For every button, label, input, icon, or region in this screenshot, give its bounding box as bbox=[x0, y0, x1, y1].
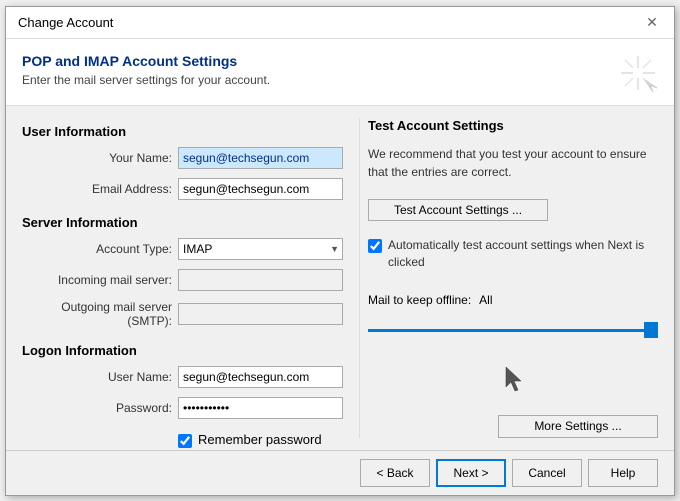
mail-offline-slider-container bbox=[368, 321, 658, 337]
outgoing-row: Outgoing mail server (SMTP): bbox=[22, 300, 343, 328]
account-type-wrapper: IMAP POP3 bbox=[178, 238, 343, 260]
next-button[interactable]: Next > bbox=[436, 459, 506, 487]
slider-fill bbox=[368, 329, 658, 332]
header-title: POP and IMAP Account Settings bbox=[22, 53, 270, 69]
account-type-row: Account Type: IMAP POP3 bbox=[22, 238, 343, 260]
auto-test-row: Automatically test account settings when… bbox=[368, 237, 658, 271]
slider-thumb[interactable] bbox=[644, 322, 658, 338]
incoming-row: Incoming mail server: bbox=[22, 269, 343, 291]
password-input[interactable] bbox=[178, 397, 343, 419]
mail-offline-value: All bbox=[479, 293, 492, 307]
test-account-settings-button[interactable]: Test Account Settings ... bbox=[368, 199, 548, 222]
content-area: User Information Your Name: Email Addres… bbox=[6, 106, 674, 450]
auto-test-checkbox[interactable] bbox=[368, 239, 382, 253]
account-type-label: Account Type: bbox=[22, 242, 172, 256]
more-settings-button[interactable]: More Settings ... bbox=[498, 415, 658, 438]
outgoing-input[interactable] bbox=[178, 303, 343, 325]
remember-password-row: Remember password bbox=[178, 432, 343, 448]
user-info-title: User Information bbox=[22, 124, 343, 139]
server-info-title: Server Information bbox=[22, 215, 343, 230]
change-account-dialog: Change Account ✕ POP and IMAP Account Se… bbox=[5, 6, 675, 496]
auto-test-label: Automatically test account settings when… bbox=[388, 237, 658, 271]
test-settings-title: Test Account Settings bbox=[368, 118, 658, 133]
logon-info-title: Logon Information bbox=[22, 343, 343, 358]
outgoing-label: Outgoing mail server (SMTP): bbox=[22, 300, 172, 328]
settings-icon bbox=[618, 53, 658, 93]
mail-offline-label: Mail to keep offline: bbox=[368, 293, 471, 307]
account-type-select[interactable]: IMAP POP3 bbox=[178, 238, 343, 260]
password-label: Password: bbox=[22, 401, 172, 415]
close-button[interactable]: ✕ bbox=[642, 12, 662, 32]
username-label: User Name: bbox=[22, 370, 172, 384]
incoming-input[interactable] bbox=[178, 269, 343, 291]
incoming-label: Incoming mail server: bbox=[22, 273, 172, 287]
your-name-input[interactable] bbox=[178, 147, 343, 169]
cancel-button[interactable]: Cancel bbox=[512, 459, 582, 487]
remember-password-checkbox[interactable] bbox=[178, 434, 192, 448]
test-settings-desc: We recommend that you test your account … bbox=[368, 145, 658, 181]
dialog-title: Change Account bbox=[18, 15, 113, 30]
email-input[interactable] bbox=[178, 178, 343, 200]
email-row: Email Address: bbox=[22, 178, 343, 200]
cursor-area bbox=[368, 355, 658, 407]
your-name-row: Your Name: bbox=[22, 147, 343, 169]
mail-offline-row: Mail to keep offline: All bbox=[368, 293, 658, 307]
title-bar: Change Account ✕ bbox=[6, 7, 674, 39]
left-panel: User Information Your Name: Email Addres… bbox=[22, 118, 343, 438]
password-row: Password: bbox=[22, 397, 343, 419]
remember-password-label: Remember password bbox=[198, 432, 322, 447]
your-name-label: Your Name: bbox=[22, 151, 172, 165]
back-button[interactable]: < Back bbox=[360, 459, 430, 487]
footer: < Back Next > Cancel Help bbox=[6, 450, 674, 495]
header-subtitle: Enter the mail server settings for your … bbox=[22, 73, 270, 87]
username-row: User Name: bbox=[22, 366, 343, 388]
right-panel: Test Account Settings We recommend that … bbox=[359, 118, 658, 438]
username-input[interactable] bbox=[178, 366, 343, 388]
help-button[interactable]: Help bbox=[588, 459, 658, 487]
email-label: Email Address: bbox=[22, 182, 172, 196]
header-section: POP and IMAP Account Settings Enter the … bbox=[6, 39, 674, 106]
header-text: POP and IMAP Account Settings Enter the … bbox=[22, 53, 270, 87]
